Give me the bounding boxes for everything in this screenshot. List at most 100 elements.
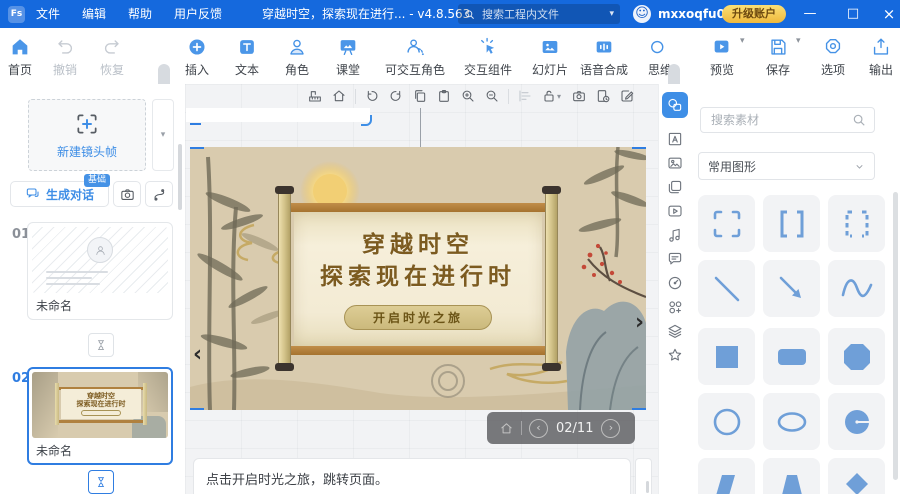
- tab-pages[interactable]: [662, 176, 688, 198]
- toolbar-undo-button[interactable]: 撤销: [53, 36, 77, 78]
- zoom-out-icon[interactable]: [480, 86, 504, 106]
- minimize-button[interactable]: —: [793, 0, 827, 28]
- tab-dial[interactable]: [662, 272, 688, 294]
- slide-card-2[interactable]: 穿越时空 探索现在进行时 未命名: [27, 367, 173, 465]
- shape-diamond[interactable]: [828, 458, 885, 494]
- tab-music[interactable]: [662, 224, 688, 246]
- toolbar-home-button[interactable]: 首页: [8, 36, 32, 78]
- toolbar-interactive-role-label: 可交互角色: [385, 61, 445, 78]
- tab-text[interactable]: [662, 128, 688, 150]
- right-panel-scrollbar[interactable]: [893, 192, 898, 480]
- lock-caret-icon[interactable]: ▾: [557, 92, 561, 101]
- toolbar-preview-button[interactable]: 预览: [710, 36, 734, 78]
- shape-trapezoid[interactable]: [763, 458, 820, 494]
- shape-pie[interactable]: [828, 393, 885, 450]
- slide-title-line-1[interactable]: 穿越时空: [362, 229, 474, 261]
- shape-rounded-rectangle[interactable]: [763, 328, 820, 385]
- camera-icon: [119, 186, 136, 203]
- shape-line[interactable]: [698, 260, 755, 317]
- shape-parallelogram[interactable]: [698, 458, 755, 494]
- shape-circle[interactable]: [698, 393, 755, 450]
- shape-bracket-frame[interactable]: [763, 195, 820, 252]
- toolbar-insert-button[interactable]: 插入: [185, 36, 209, 78]
- material-search[interactable]: [700, 107, 875, 133]
- toolbar-classroom-button[interactable]: 课堂: [336, 36, 360, 78]
- toolbar-tts-button[interactable]: 语音合成: [580, 36, 628, 78]
- toolbar-output-button[interactable]: 输出: [869, 36, 893, 78]
- project-search[interactable]: ▾: [458, 4, 620, 24]
- toolbar-interactive-widget-button[interactable]: 交互组件: [464, 36, 512, 78]
- rotate-left-icon[interactable]: [360, 86, 384, 106]
- slide-stage[interactable]: 穿越时空 探索现在进行时 开启时光之旅: [190, 147, 646, 410]
- note-scrollbar[interactable]: [646, 481, 649, 493]
- shape-dashed-bracket-frame[interactable]: [828, 195, 885, 252]
- snapshot-camera-icon[interactable]: [567, 86, 591, 106]
- toolbar-slides-button[interactable]: 幻灯片: [532, 36, 568, 78]
- rotate-right-icon[interactable]: [384, 86, 408, 106]
- shape-curve[interactable]: [828, 260, 885, 317]
- avatar[interactable]: ☺: [633, 5, 651, 23]
- nav-prev-button[interactable]: ‹: [529, 419, 548, 438]
- tab-layers[interactable]: [662, 320, 688, 342]
- align-icon[interactable]: [513, 86, 537, 106]
- start-journey-button[interactable]: 开启时光之旅: [344, 305, 492, 330]
- paste-icon[interactable]: [432, 86, 456, 106]
- toolbar-text-button[interactable]: 文本: [235, 36, 259, 78]
- tab-favorites[interactable]: [662, 344, 688, 366]
- menu-feedback[interactable]: 用户反馈: [163, 0, 233, 28]
- toolbar-redo-button[interactable]: 恢复: [100, 36, 124, 78]
- copy-icon[interactable]: [408, 86, 432, 106]
- fit-home-icon[interactable]: [327, 86, 351, 106]
- motion-path-button[interactable]: [145, 181, 173, 207]
- new-frame-button[interactable]: 新建镜头帧: [28, 99, 146, 171]
- search-caret-icon[interactable]: ▾: [609, 9, 614, 19]
- tab-components[interactable]: [662, 296, 688, 318]
- next-page-chevron[interactable]: ›: [635, 310, 644, 335]
- zoom-in-icon[interactable]: [456, 86, 480, 106]
- frames-panel: 新建镜头帧 ▾ 生成对话 基础 01 未命名 02: [0, 84, 186, 494]
- slide-card-1[interactable]: 未命名: [27, 222, 173, 320]
- slide-title-line-2[interactable]: 探索现在进行时: [320, 261, 516, 293]
- project-search-input[interactable]: [480, 7, 609, 22]
- toolbar-interactive-role-button[interactable]: 可交互角色: [385, 36, 445, 78]
- note-side-panel[interactable]: [635, 458, 652, 494]
- edit-note-icon[interactable]: [615, 86, 639, 106]
- menu-help[interactable]: 帮助: [117, 0, 163, 28]
- material-search-input[interactable]: [709, 112, 852, 128]
- shape-ellipse[interactable]: [763, 393, 820, 450]
- nav-home-icon[interactable]: [499, 421, 514, 436]
- page-timer-icon[interactable]: [591, 86, 615, 106]
- ruler-icon[interactable]: [303, 86, 327, 106]
- shape-square[interactable]: [698, 328, 755, 385]
- shape-arrow[interactable]: [763, 260, 820, 317]
- shapes-icon: [666, 96, 684, 114]
- tab-image[interactable]: [662, 152, 688, 174]
- shape-corner-frame[interactable]: [698, 195, 755, 252]
- note-textbox[interactable]: 点击开启时光之旅，跳转页面。: [193, 458, 631, 494]
- transition-button-1[interactable]: [88, 333, 114, 357]
- maximize-button[interactable]: □: [836, 0, 870, 28]
- offscreen-text-element[interactable]: [186, 108, 370, 122]
- menu-edit[interactable]: 编辑: [71, 0, 117, 28]
- upgrade-account-button[interactable]: 升级账户: [722, 5, 786, 23]
- tab-video[interactable]: [662, 200, 688, 222]
- scroll-paper[interactable]: 穿越时空 探索现在进行时 开启时光之旅: [294, 212, 542, 346]
- toolbar-save-button[interactable]: 保存: [766, 36, 790, 78]
- tab-comment[interactable]: [662, 248, 688, 270]
- camera-frame-button[interactable]: [113, 181, 141, 207]
- canvas[interactable]: ▾: [185, 84, 658, 494]
- save-caret-icon[interactable]: ▾: [796, 36, 801, 46]
- shape-category-select[interactable]: 常用图形: [698, 152, 875, 180]
- tab-shapes[interactable]: [662, 92, 688, 118]
- toolbar-options-button[interactable]: 选项: [821, 36, 845, 78]
- close-button[interactable]: ×: [872, 0, 900, 28]
- preview-caret-icon[interactable]: ▾: [740, 36, 745, 46]
- shape-octagon[interactable]: [828, 328, 885, 385]
- transition-button-2[interactable]: [88, 470, 114, 494]
- prev-page-chevron[interactable]: ‹: [193, 342, 202, 367]
- new-frame-caret-button[interactable]: ▾: [152, 99, 174, 171]
- left-panel-scrollbar[interactable]: [178, 144, 182, 210]
- toolbar-role-button[interactable]: 角色: [285, 36, 309, 78]
- nav-next-button[interactable]: ›: [601, 419, 620, 438]
- menu-file[interactable]: 文件: [25, 0, 71, 28]
